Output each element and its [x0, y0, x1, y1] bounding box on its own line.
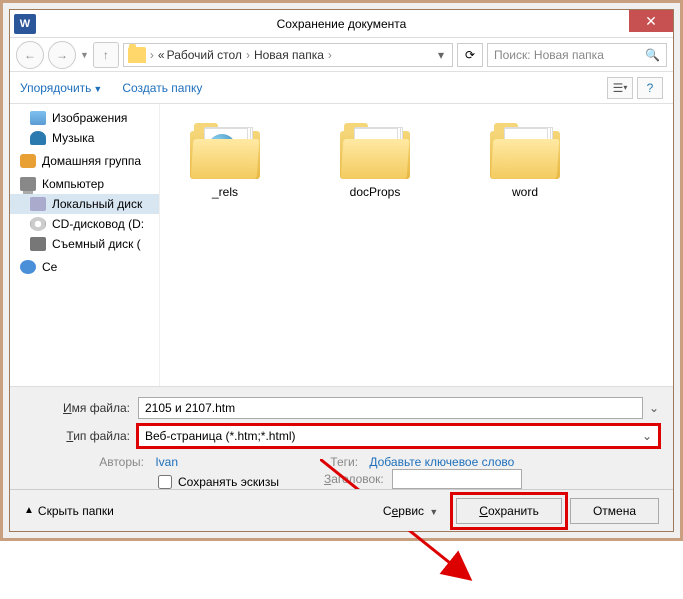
toolbar: Упорядочить▼ Создать папку ☰▾ ? — [10, 72, 673, 104]
sidebar-item-homegroup[interactable]: Домашняя группа — [10, 148, 159, 171]
search-placeholder: Поиск: Новая папка — [494, 48, 604, 62]
filename-input[interactable] — [138, 397, 643, 419]
music-icon — [30, 131, 46, 145]
thumbnail-checkbox[interactable] — [158, 475, 172, 489]
title-input[interactable] — [392, 469, 522, 489]
filetype-label: Тип файла: — [24, 429, 138, 443]
sidebar-item-music[interactable]: Музыка — [10, 128, 159, 148]
thumbnail-label: Сохранять эскизы — [178, 475, 279, 489]
chevron-down-icon: ⌄ — [636, 429, 652, 443]
filename-dropdown-icon[interactable]: ⌄ — [643, 401, 659, 415]
folder-word[interactable]: word — [470, 124, 580, 199]
recent-dropdown-icon[interactable]: ▼ — [80, 50, 89, 60]
refresh-button[interactable]: ⟳ — [457, 43, 483, 67]
title-field-label: Заголовок: — [324, 472, 384, 486]
footer: ▲ Скрыть папки Сервис ▼ Сохранить Отмена — [10, 489, 673, 531]
cancel-button[interactable]: Отмена — [570, 498, 659, 524]
help-button[interactable]: ? — [637, 77, 663, 99]
cd-icon — [30, 217, 46, 231]
network-icon — [20, 260, 36, 274]
up-button[interactable]: ↑ — [93, 42, 119, 68]
organize-menu[interactable]: Упорядочить▼ — [20, 81, 102, 95]
chevron-right-icon: › — [244, 48, 252, 62]
sidebar-item-removable[interactable]: Съемный диск ( — [10, 234, 159, 254]
path-dropdown-icon[interactable]: ▾ — [434, 48, 448, 62]
sidebar-item-local-disk[interactable]: Локальный диск — [10, 194, 159, 214]
disk-icon — [30, 197, 46, 211]
word-icon: W — [14, 14, 36, 34]
chevron-up-icon: ▲ — [24, 505, 34, 516]
service-menu[interactable]: Сервис ▼ — [383, 504, 438, 518]
back-button[interactable]: ← — [16, 41, 44, 69]
breadcrumb[interactable]: › « Рабочий стол › Новая папка › ▾ — [123, 43, 453, 67]
view-mode-button[interactable]: ☰▾ — [607, 77, 633, 99]
sidebar-item-network[interactable]: Се — [10, 254, 159, 277]
forward-button[interactable]: → — [48, 41, 76, 69]
save-dialog: W Сохранение документа ✕ ← → ▼ ↑ › « Раб… — [9, 9, 674, 532]
path-prefix: « — [158, 48, 165, 62]
path-segment[interactable]: Новая папка — [254, 48, 324, 62]
file-pane[interactable]: _rels docProps word — [160, 104, 673, 386]
chevron-right-icon: › — [326, 48, 334, 62]
save-button[interactable]: Сохранить — [456, 498, 562, 524]
search-input[interactable]: Поиск: Новая папка 🔍 — [487, 43, 667, 67]
tags-label: Теги: — [298, 455, 358, 469]
new-folder-button[interactable]: Создать папку — [122, 81, 202, 95]
search-icon: 🔍 — [645, 48, 660, 62]
sidebar-item-cd-drive[interactable]: CD-дисковод (D: — [10, 214, 159, 234]
filetype-value: Веб-страница (*.htm;*.html) — [145, 429, 295, 443]
folder-rels[interactable]: _rels — [170, 124, 280, 199]
filename-label: Имя файла: — [24, 401, 138, 415]
navbar: ← → ▼ ↑ › « Рабочий стол › Новая папка ›… — [10, 38, 673, 72]
folder-icon — [128, 47, 146, 63]
chevron-down-icon: ▼ — [93, 84, 102, 94]
sidebar-item-computer[interactable]: Компьютер — [10, 171, 159, 194]
hide-folders-button[interactable]: ▲ Скрыть папки — [24, 504, 114, 518]
sidebar-item-pictures[interactable]: Изображения — [10, 108, 159, 128]
folder-docprops[interactable]: docProps — [320, 124, 430, 199]
authors-label: Авторы: — [84, 455, 144, 469]
close-button[interactable]: ✕ — [629, 10, 673, 32]
usb-icon — [30, 237, 46, 251]
path-segment[interactable]: Рабочий стол — [167, 48, 242, 62]
bottom-panel: Имя файла: ⌄ Тип файла: Веб-страница (*.… — [10, 386, 673, 531]
chevron-down-icon: ▼ — [429, 507, 438, 517]
titlebar: W Сохранение документа ✕ — [10, 10, 673, 38]
homegroup-icon — [20, 154, 36, 168]
sidebar: Изображения Музыка Домашняя группа Компь… — [10, 104, 160, 386]
folder-label: docProps — [350, 185, 401, 199]
computer-icon — [20, 177, 36, 191]
body: Изображения Музыка Домашняя группа Компь… — [10, 104, 673, 386]
folder-label: word — [512, 185, 538, 199]
chevron-right-icon: › — [148, 48, 156, 62]
window-title: Сохранение документа — [10, 17, 673, 31]
folder-label: _rels — [212, 185, 238, 199]
authors-value[interactable]: Ivan — [155, 455, 178, 469]
tags-value[interactable]: Добавьте ключевое слово — [369, 455, 514, 469]
filetype-combo[interactable]: Веб-страница (*.htm;*.html) ⌄ — [138, 425, 659, 447]
pictures-icon — [30, 111, 46, 125]
